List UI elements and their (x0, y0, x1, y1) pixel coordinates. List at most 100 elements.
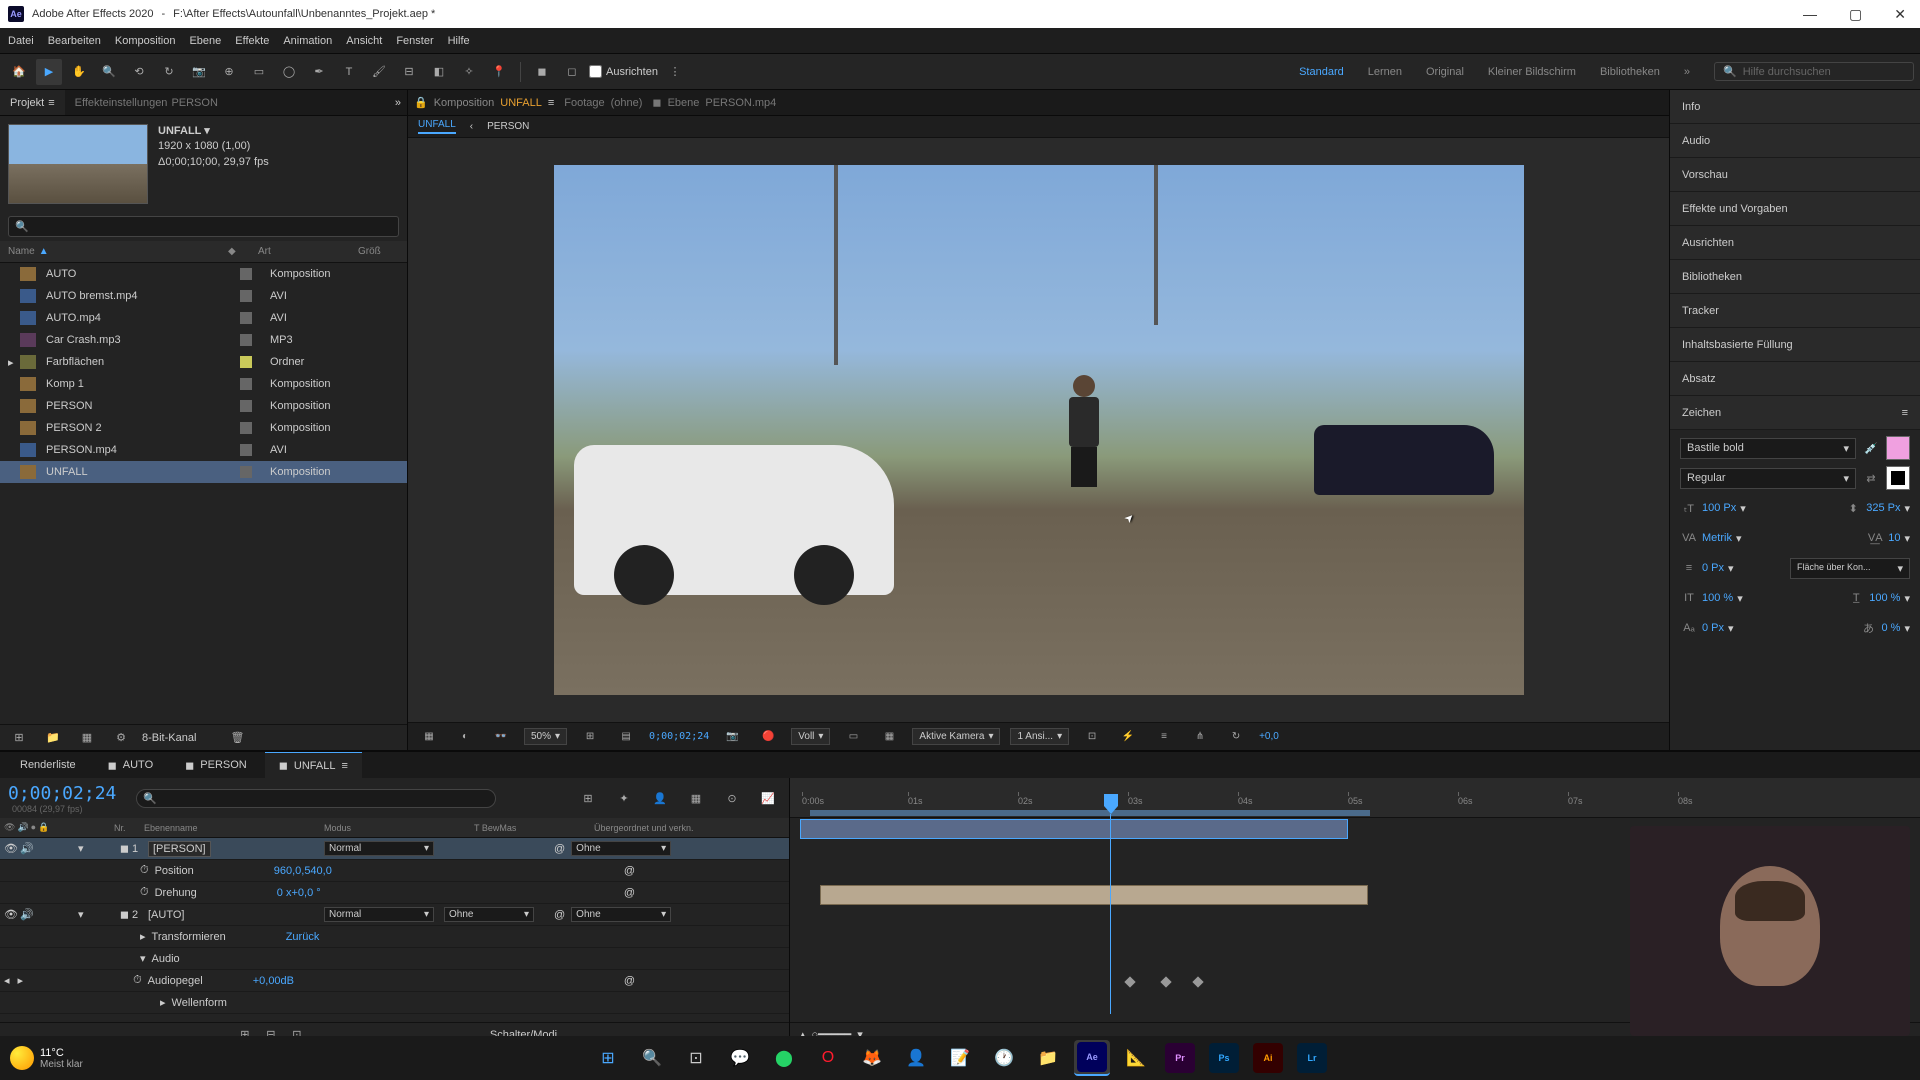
font-family-dropdown[interactable]: Bastile bold▾ (1680, 438, 1856, 459)
layer-bar-auto[interactable] (820, 885, 1368, 905)
alpha-toggle-icon[interactable]: ▦ (416, 724, 442, 750)
property-waveform[interactable]: ▸ Wellenform (0, 992, 789, 1014)
snap-options[interactable]: ⋮ (662, 59, 688, 85)
menu-ebene[interactable]: Ebene (189, 35, 221, 47)
project-item[interactable]: PERSON 2Komposition (0, 417, 407, 439)
panel-absatz[interactable]: Absatz (1670, 362, 1920, 396)
selection-tool[interactable]: ▶ (36, 59, 62, 85)
header-trkmat[interactable]: T BewMas (474, 823, 594, 833)
flowchart-person[interactable]: PERSON (487, 121, 529, 132)
rotate-tool[interactable]: ↻ (156, 59, 182, 85)
project-item[interactable]: AUTO bremst.mp4AVI (0, 285, 407, 307)
task-view-button[interactable]: ⊡ (678, 1040, 714, 1076)
speaker-icon[interactable]: 🔊 (20, 908, 34, 921)
project-search-input[interactable]: 🔍 (8, 216, 399, 237)
camera-tool[interactable]: 📷 (186, 59, 212, 85)
keyframe-nav-prev[interactable]: ◂ (4, 974, 10, 987)
app-icon[interactable]: 📐 (1118, 1040, 1154, 1076)
menu-animation[interactable]: Animation (283, 35, 332, 47)
draft3d-icon[interactable]: ✦ (611, 785, 637, 811)
explorer-icon[interactable]: 📁 (1030, 1040, 1066, 1076)
eraser-tool[interactable]: ◧ (426, 59, 452, 85)
maximize-button[interactable]: ▢ (1843, 6, 1868, 23)
timeline-icon[interactable]: ≡ (1151, 724, 1177, 750)
stroke-mode-dropdown[interactable]: Fläche über Kon...▾ (1790, 558, 1910, 579)
resolution-dropdown[interactable]: Voll ▾ (791, 728, 830, 745)
project-item[interactable]: Komp 1Komposition (0, 373, 407, 395)
lock-header-icon[interactable]: 🔒 (38, 822, 49, 833)
time-ruler[interactable]: 0:00s 01s 02s 03s 04s 05s 06s 07s 08s (790, 778, 1920, 818)
new-comp-icon[interactable]: ▦ (74, 725, 100, 751)
teams-icon[interactable]: 💬 (722, 1040, 758, 1076)
twirl-icon[interactable]: ▾ (140, 952, 146, 965)
header-type[interactable]: Art (258, 246, 358, 257)
stopwatch-icon[interactable]: ⏱ (140, 886, 149, 899)
roto-tool[interactable]: ✧ (456, 59, 482, 85)
brush-tool[interactable]: 🖌 (366, 59, 392, 85)
parent-dropdown[interactable]: Ohne▾ (571, 907, 671, 922)
viewer-timecode[interactable]: 0;00;02;24 (649, 731, 709, 742)
fill-color-swatch[interactable] (1886, 436, 1910, 460)
whatsapp-icon[interactable]: ⬤ (766, 1040, 802, 1076)
snap-checkbox[interactable] (589, 65, 602, 78)
twirl-icon[interactable]: ▾ (78, 908, 84, 921)
keyframe-nav-next[interactable]: ▸ (18, 974, 24, 987)
lightroom-icon[interactable]: Lr (1294, 1040, 1330, 1076)
pickwhip-icon[interactable]: @ (624, 887, 635, 899)
twirl-icon[interactable]: ▸ (140, 930, 146, 943)
search-help-input[interactable]: 🔍 Hilfe durchsuchen (1714, 62, 1914, 81)
hscale-value[interactable]: 100 % (1869, 592, 1900, 604)
header-size[interactable]: Größ (358, 246, 381, 257)
panel-info[interactable]: Info (1670, 90, 1920, 124)
weather-widget[interactable]: 11°C Meist klar (10, 1046, 83, 1070)
baseline-value[interactable]: 0 Px (1702, 622, 1724, 634)
search-button[interactable]: 🔍 (634, 1040, 670, 1076)
font-style-dropdown[interactable]: Regular▾ (1680, 468, 1856, 489)
stopwatch-icon[interactable]: ⏱ (140, 864, 149, 877)
workspace-bibliotheken[interactable]: Bibliotheken (1600, 66, 1660, 78)
pickwhip-icon[interactable]: @ (624, 865, 635, 877)
app-icon[interactable]: 👤 (898, 1040, 934, 1076)
pixel-aspect-icon[interactable]: ⊡ (1079, 724, 1105, 750)
project-item[interactable]: PERSONKomposition (0, 395, 407, 417)
project-settings-icon[interactable]: ⚙ (108, 725, 134, 751)
blend-mode-dropdown[interactable]: Normal▾ (324, 841, 434, 856)
workspace-kleiner[interactable]: Kleiner Bildschirm (1488, 66, 1576, 78)
tsume-value[interactable]: 0 % (1882, 622, 1901, 634)
flowchart-back-icon[interactable]: ‹ (470, 121, 473, 132)
text-tool[interactable]: T (336, 59, 362, 85)
keyframe-icon[interactable] (1192, 976, 1203, 987)
panel-tracker[interactable]: Tracker (1670, 294, 1920, 328)
puppet-tool[interactable]: 📍 (486, 59, 512, 85)
transform-reset[interactable]: Zurück (286, 931, 320, 943)
menu-komposition[interactable]: Komposition (115, 35, 176, 47)
position-value[interactable]: 960,0,540,0 (274, 865, 332, 877)
tab-renderliste[interactable]: Renderliste (6, 752, 90, 778)
pickwhip-icon[interactable]: @ (624, 975, 635, 987)
menu-effekte[interactable]: Effekte (235, 35, 269, 47)
exposure-reset-icon[interactable]: ↻ (1223, 724, 1249, 750)
guides-icon[interactable]: ▤ (613, 724, 639, 750)
start-button[interactable]: ⊞ (590, 1040, 626, 1076)
panel-overflow[interactable]: » (389, 97, 407, 109)
project-item[interactable]: Car Crash.mp3MP3 (0, 329, 407, 351)
opera-icon[interactable]: O (810, 1040, 846, 1076)
fast-preview-icon[interactable]: ⚡ (1115, 724, 1141, 750)
home-tool[interactable]: 🏠 (6, 59, 32, 85)
flowchart-unfall[interactable]: UNFALL (418, 119, 456, 134)
property-audio-group[interactable]: ▾ Audio (0, 948, 789, 970)
mask-toggle-icon[interactable]: ◐ (452, 724, 478, 750)
header-label[interactable]: ◆ (228, 246, 258, 257)
close-button[interactable]: ✕ (1888, 6, 1912, 23)
project-item[interactable]: UNFALLKomposition (0, 461, 407, 483)
clone-tool[interactable]: ⊟ (396, 59, 422, 85)
blend-mode-dropdown[interactable]: Normal▾ (324, 907, 434, 922)
bit-depth[interactable]: 8-Bit-Kanal (142, 732, 196, 744)
eye-icon[interactable]: 👁 (4, 842, 18, 855)
layer-row-person[interactable]: 👁🔊▾ ◼ 1 [PERSON] Normal▾ @ Ohne▾ (0, 838, 789, 860)
zoom-tool[interactable]: 🔍 (96, 59, 122, 85)
graph-editor-icon[interactable]: 📈 (755, 785, 781, 811)
panel-bibliotheken[interactable]: Bibliotheken (1670, 260, 1920, 294)
project-item[interactable]: PERSON.mp4AVI (0, 439, 407, 461)
speaker-icon[interactable]: 🔊 (20, 842, 34, 855)
